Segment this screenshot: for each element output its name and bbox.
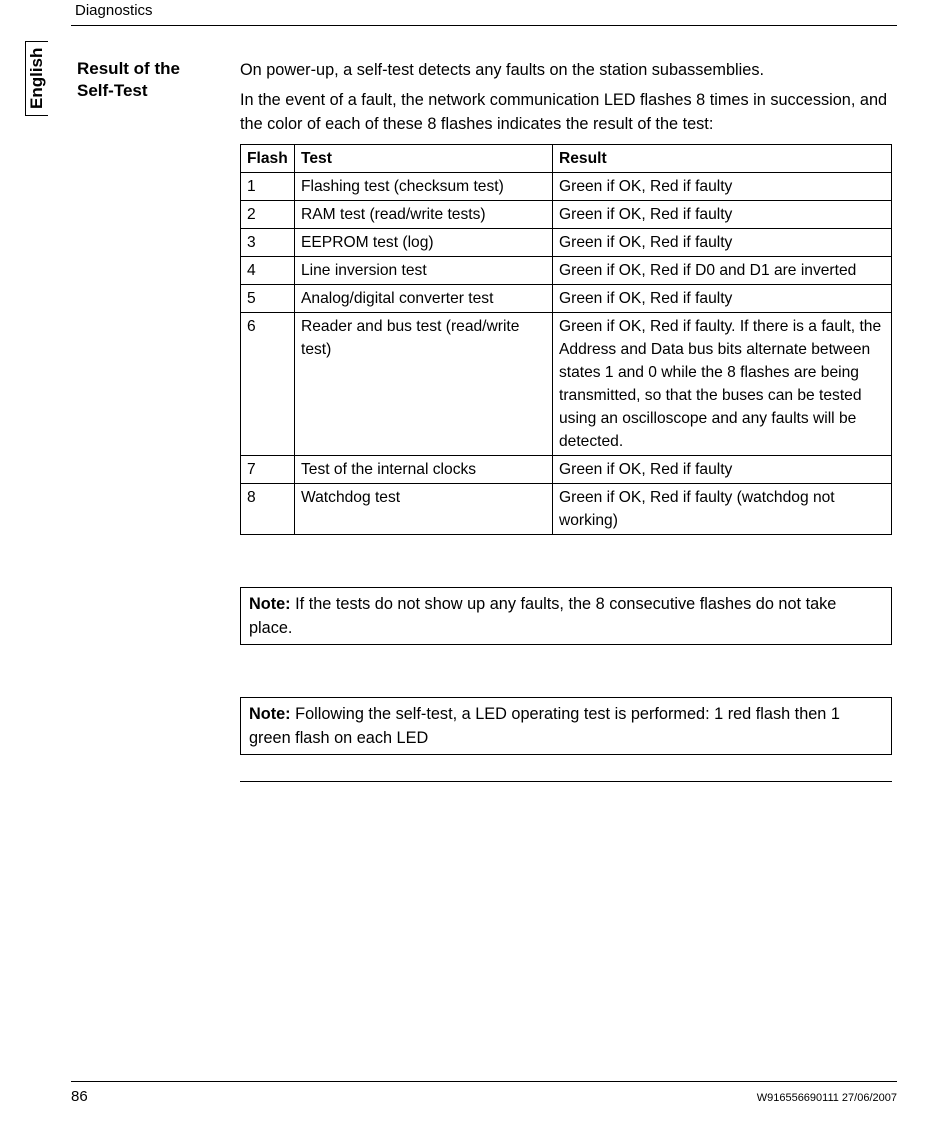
page-number: 86: [71, 1088, 88, 1105]
table-row: 6 Reader and bus test (read/write test) …: [241, 313, 892, 456]
th-test: Test: [295, 145, 553, 173]
note-label: Note:: [249, 595, 291, 613]
cell-flash: 5: [241, 285, 295, 313]
cell-flash: 1: [241, 173, 295, 201]
cell-flash: 7: [241, 456, 295, 484]
cell-test: Flashing test (checksum test): [295, 173, 553, 201]
cell-result: Green if OK, Red if D0 and D1 are invert…: [553, 257, 892, 285]
intro-p1: On power-up, a self-test detects any fau…: [240, 58, 900, 82]
cell-test: EEPROM test (log): [295, 229, 553, 257]
note-box-2: Note: Following the self-test, a LED ope…: [240, 697, 892, 755]
cell-flash: 6: [241, 313, 295, 456]
footer: 86 W916556690111 27/06/2007: [71, 1081, 900, 1105]
note-box-1: Note: If the tests do not show up any fa…: [240, 587, 892, 645]
cell-flash: 2: [241, 201, 295, 229]
section-title: Result of the Self-Test: [77, 58, 212, 102]
cell-result: Green if OK, Red if faulty. If there is …: [553, 313, 892, 456]
table-row: 5 Analog/digital converter test Green if…: [241, 285, 892, 313]
self-test-table: Flash Test Result 1 Flashing test (check…: [240, 144, 892, 535]
cell-flash: 4: [241, 257, 295, 285]
document-id: W916556690111 27/06/2007: [757, 1092, 897, 1104]
cell-test: Test of the internal clocks: [295, 456, 553, 484]
header-section: Diagnostics: [45, 0, 900, 19]
cell-test: RAM test (read/write tests): [295, 201, 553, 229]
note-text-1: If the tests do not show up any faults, …: [249, 595, 836, 637]
table-row: 7 Test of the internal clocks Green if O…: [241, 456, 892, 484]
cell-result: Green if OK, Red if faulty: [553, 173, 892, 201]
body: On power-up, a self-test detects any fau…: [240, 58, 900, 782]
table-row: 8 Watchdog test Green if OK, Red if faul…: [241, 484, 892, 535]
cell-result: Green if OK, Red if faulty: [553, 201, 892, 229]
cell-result: Green if OK, Red if faulty (watchdog not…: [553, 484, 892, 535]
cell-test: Line inversion test: [295, 257, 553, 285]
table-header-row: Flash Test Result: [241, 145, 892, 173]
table-row: 3 EEPROM test (log) Green if OK, Red if …: [241, 229, 892, 257]
cell-result: Green if OK, Red if faulty: [553, 456, 892, 484]
footer-rule: [71, 1081, 897, 1082]
table-row: 1 Flashing test (checksum test) Green if…: [241, 173, 892, 201]
intro-p2: In the event of a fault, the network com…: [240, 88, 900, 136]
language-tab: English: [25, 41, 48, 116]
cell-result: Green if OK, Red if faulty: [553, 229, 892, 257]
section-end-rule: [240, 781, 892, 782]
cell-test: Reader and bus test (read/write test): [295, 313, 553, 456]
th-result: Result: [553, 145, 892, 173]
cell-flash: 8: [241, 484, 295, 535]
th-flash: Flash: [241, 145, 295, 173]
note-text-2: Following the self-test, a LED operating…: [249, 705, 840, 747]
table-row: 2 RAM test (read/write tests) Green if O…: [241, 201, 892, 229]
table-row: 4 Line inversion test Green if OK, Red i…: [241, 257, 892, 285]
content: Result of the Self-Test On power-up, a s…: [77, 58, 897, 782]
cell-test: Watchdog test: [295, 484, 553, 535]
cell-result: Green if OK, Red if faulty: [553, 285, 892, 313]
page: Diagnostics English Result of the Self-T…: [0, 0, 938, 1133]
note-label: Note:: [249, 705, 291, 723]
header-rule: [71, 25, 897, 26]
cell-test: Analog/digital converter test: [295, 285, 553, 313]
cell-flash: 3: [241, 229, 295, 257]
